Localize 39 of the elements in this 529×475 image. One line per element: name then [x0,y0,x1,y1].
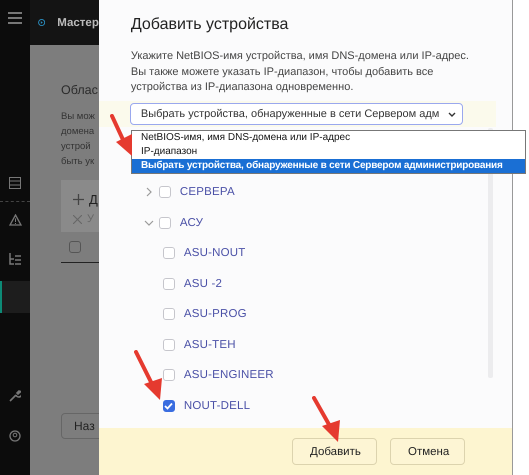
section-description: Вы мож домена устрой быть ук [61,110,96,169]
dropdown-option[interactable]: IP-диапазон [132,145,525,159]
annotation-arrow [134,350,164,402]
close-icon [73,214,82,224]
tree-icon [9,253,21,265]
sidebar-item[interactable] [0,281,30,313]
tree-item-label[interactable]: ASU-PROG [184,308,247,320]
checkbox[interactable] [162,400,175,412]
add-button[interactable]: Добавить [292,438,378,465]
menu-icon [8,12,22,24]
cancel-button[interactable]: Отмена [390,438,466,465]
dropdown-option[interactable]: Выбрать устройства, обнаруженные в сети Сервером администрирования [132,159,525,173]
account-icon [9,430,21,442]
chevron-down-icon [448,112,456,116]
tree-item-label[interactable]: ASU-TEH [184,338,236,351]
annotation-arrow [110,114,134,158]
add-link[interactable]: Д [89,192,98,207]
dialog-description: Укажите NetBIOS-имя устройства, имя DNS-домена или IP-адрес. Вы также можете указать IP-диапазон, чтобы добавить все устройства из IP-диапазона одновременно. [130,49,470,95]
tree-item-label[interactable]: ASU-ENGINEER [184,369,274,382]
section-title: Облас [61,83,99,97]
tree-item-label[interactable]: NOUT-DELL [184,400,250,412]
tree-item-label[interactable]: СЕРВЕРА [180,186,235,198]
back-button[interactable]: Наз [61,413,99,439]
tree-item-label[interactable]: ASU-NOUT [184,247,246,260]
list-icon [9,177,21,189]
device-select[interactable]: Выбрать устройства, обнаруженные в сети Сервером адм [130,103,463,125]
dialog-title: Добавить устройства [130,15,290,35]
warning-icon [8,214,22,226]
wizard-title: Мастер [57,16,99,28]
dropdown-option[interactable]: NetBIOS-имя, имя DNS-домена или IP-адрес [132,131,525,145]
chevron-down-icon[interactable] [144,218,154,228]
play-circle-icon [38,17,46,28]
wrench-icon [9,390,21,402]
plus-icon [73,194,84,205]
checkbox[interactable] [69,241,81,253]
chevron-right-icon[interactable] [144,187,154,198]
tree-item-label[interactable]: АСУ [180,216,204,229]
annotation-arrow [312,396,342,444]
tree-item-label[interactable]: ASU -2 [184,278,222,290]
